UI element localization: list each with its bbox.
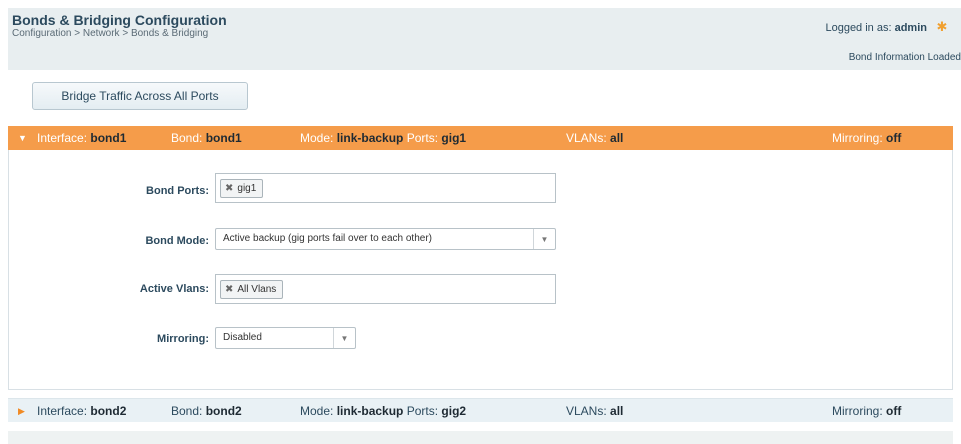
bond-field: Bond: bond2 (171, 404, 242, 418)
x-icon[interactable]: ✖ (225, 284, 233, 295)
username[interactable]: admin (895, 22, 927, 34)
port-tag: ✖ gig1 (220, 179, 264, 198)
bridge-traffic-button[interactable]: Bridge Traffic Across All Ports (32, 82, 248, 110)
page-title: Bonds & Bridging Configuration (12, 12, 227, 28)
interface-field: Interface: bond2 (37, 404, 127, 418)
chevron-down-icon: ▼ (533, 229, 555, 249)
interface-field: Interface: bond1 (37, 131, 127, 145)
mirroring-select[interactable]: Disabled ▼ (215, 327, 356, 349)
active-vlans-input[interactable]: ✖ All Vlans (215, 274, 556, 304)
breadcrumb: Configuration > Network > Bonds & Bridgi… (12, 28, 209, 39)
triangle-down-icon[interactable]: ▼ (18, 126, 27, 150)
bond-ports-input[interactable]: ✖ gig1 (215, 173, 556, 203)
logged-in-info: Logged in as: admin (825, 22, 927, 34)
bond-field: Bond: bond1 (171, 131, 242, 145)
bond1-settings-panel: Bond Ports: ✖ gig1 Bond Mode: Active back… (8, 150, 953, 390)
mirroring-field: Mirroring: off (832, 131, 902, 145)
status-message: Bond Information Loaded (848, 52, 961, 63)
vlan-tag: ✖ All Vlans (220, 280, 284, 299)
x-icon[interactable]: ✖ (225, 183, 233, 194)
bond-row-bond2[interactable]: ▶ Interface: bond2 Bond: bond2 Mode: lin… (8, 398, 953, 422)
bond-mode-label: Bond Mode: (145, 235, 209, 247)
chevron-down-icon: ▼ (333, 328, 355, 348)
mode-ports-field: Mode: link-backup Ports: gig1 (300, 131, 467, 145)
triangle-right-icon[interactable]: ▶ (18, 399, 25, 423)
mirroring-label: Mirroring: (157, 333, 209, 345)
mode-ports-field: Mode: link-backup Ports: gig2 (300, 404, 467, 418)
active-vlans-label: Active Vlans: (139, 283, 209, 295)
vlans-field: VLANs: all (566, 404, 624, 418)
vlans-field: VLANs: all (566, 131, 624, 145)
gear-icon[interactable]: ✱ (935, 20, 949, 34)
next-row-strip (8, 431, 953, 444)
bond-ports-label: Bond Ports: (146, 185, 209, 197)
logged-in-prefix: Logged in as: (825, 22, 892, 34)
bond-mode-select[interactable]: Active backup (gig ports fail over to ea… (215, 228, 556, 250)
mirroring-field: Mirroring: off (832, 404, 902, 418)
page-header: Bonds & Bridging Configuration Configura… (8, 8, 961, 70)
bond-row-bond1[interactable]: ▼ Interface: bond1 Bond: bond1 Mode: lin… (8, 126, 953, 150)
